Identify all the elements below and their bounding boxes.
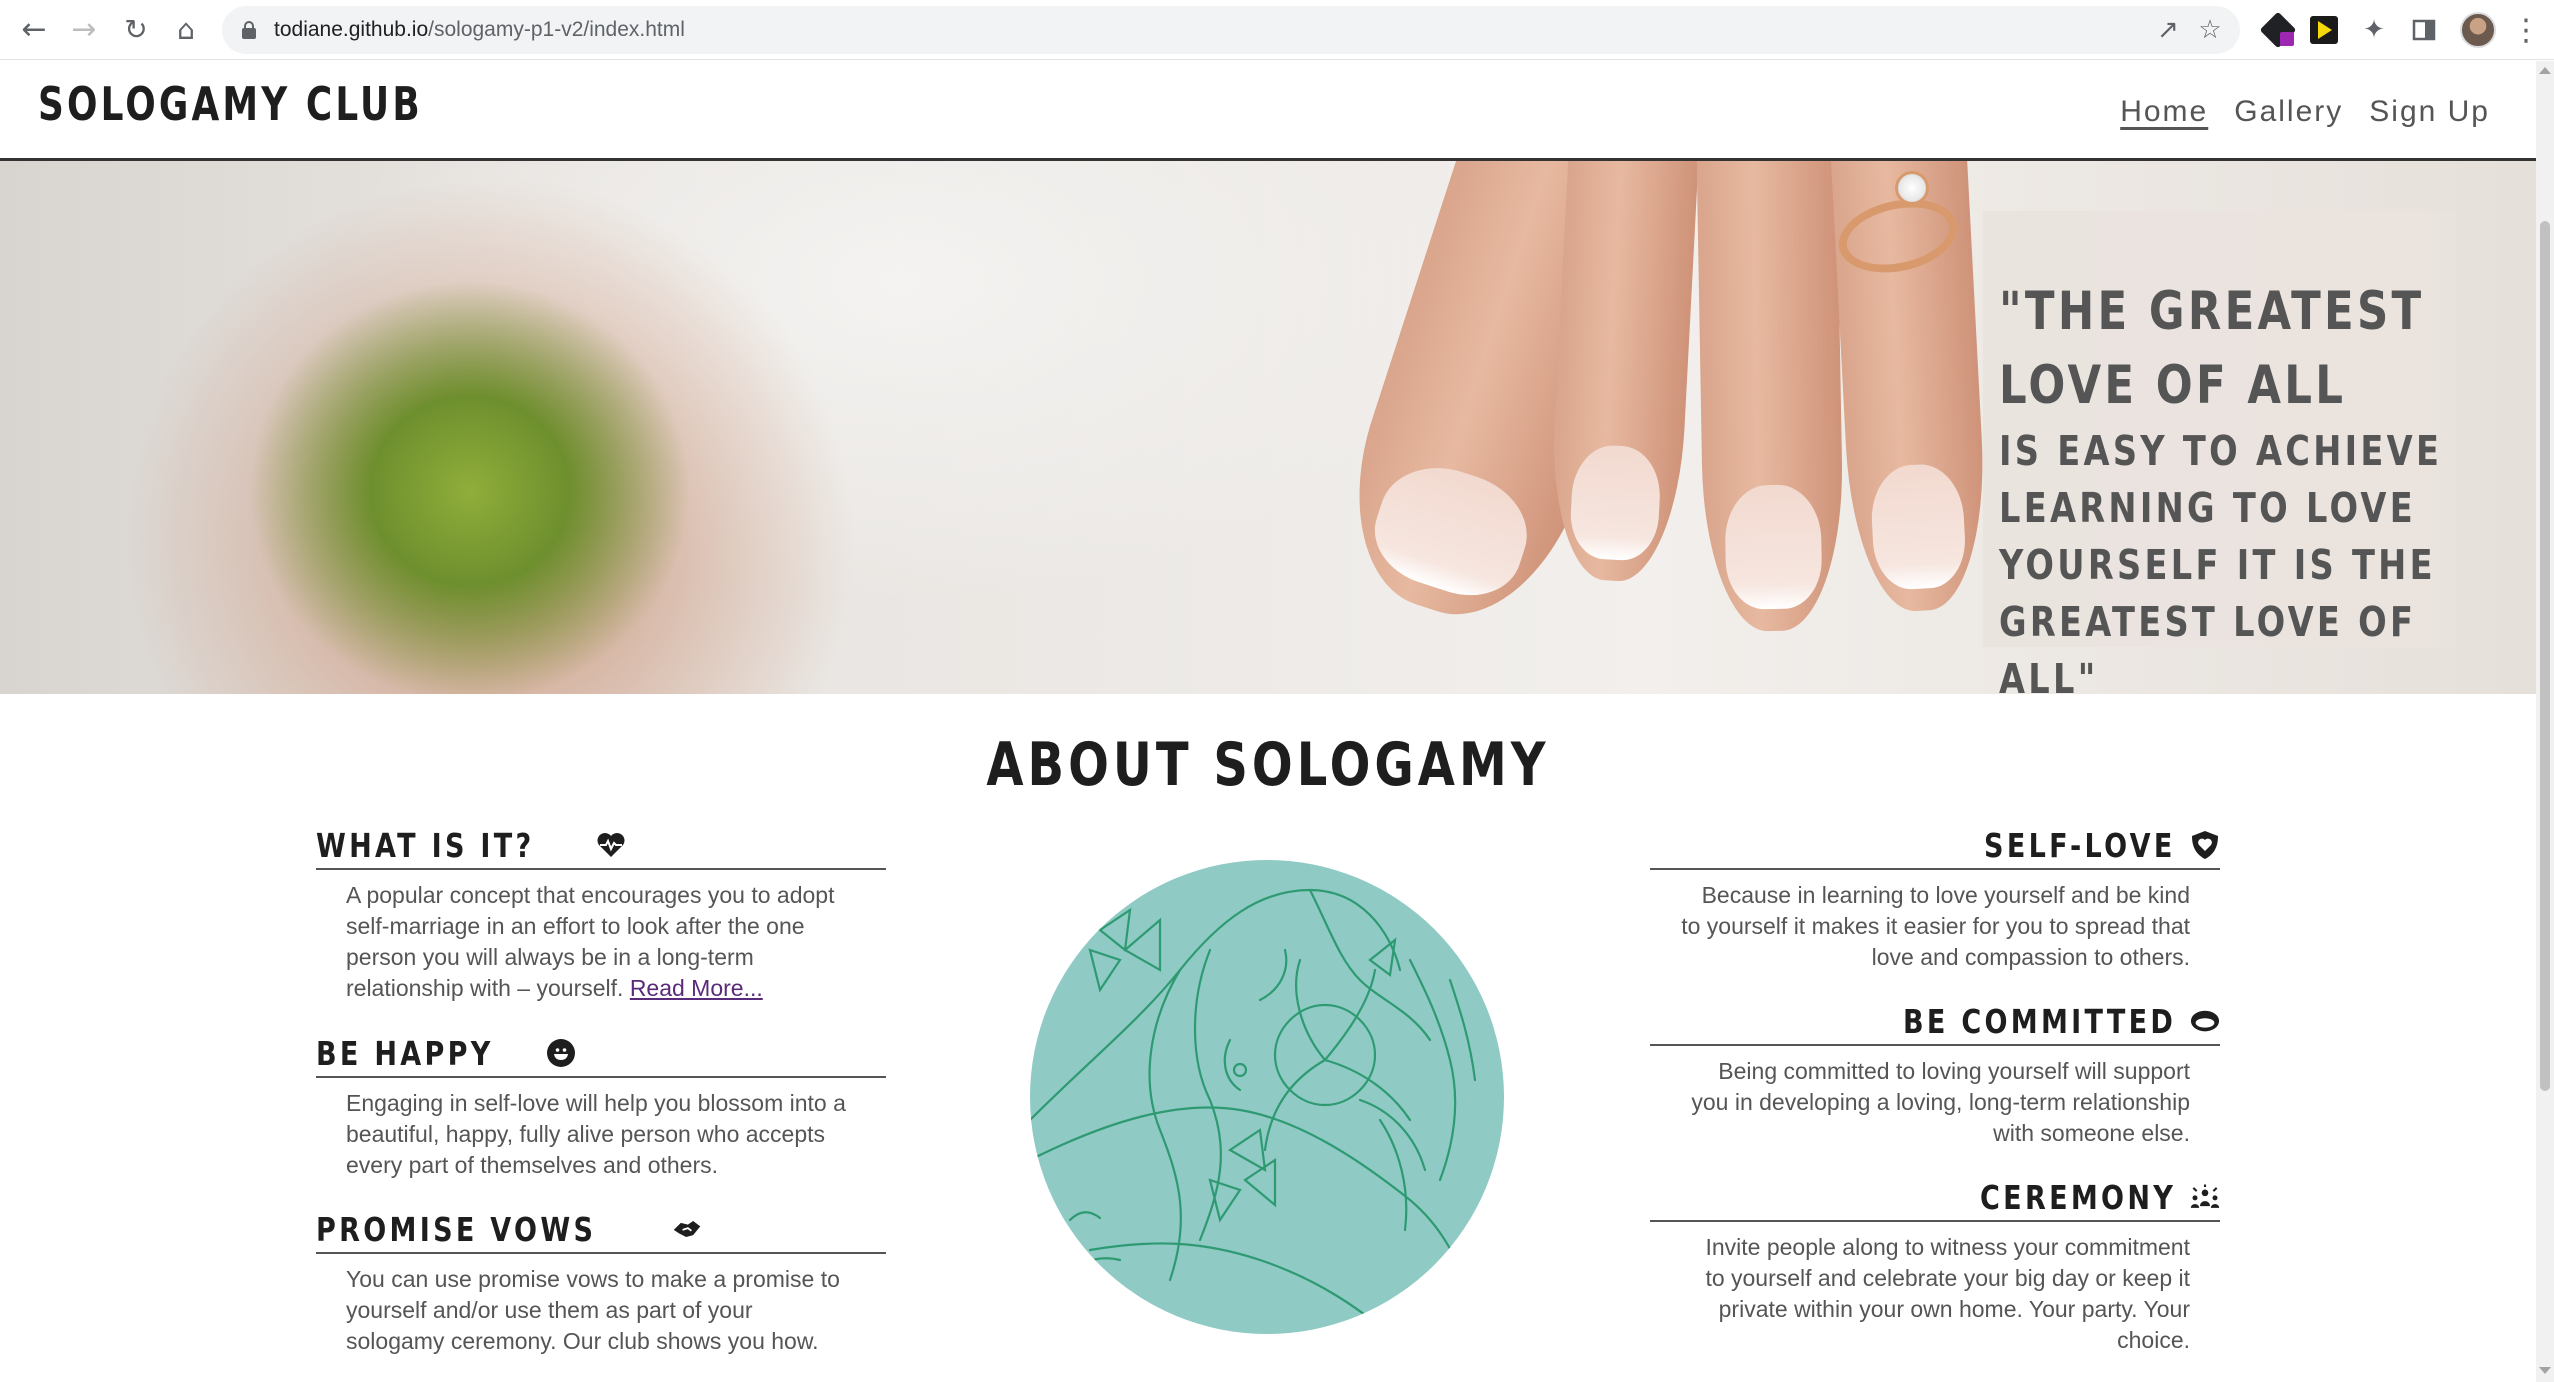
url-path: /sologamy-p1-v2/index.html: [428, 18, 685, 41]
feature-text: Engaging in self-love will help you blos…: [346, 1090, 846, 1178]
feature-title: BE HAPPY: [316, 1033, 494, 1073]
bookmark-star-icon[interactable]: ☆: [2194, 14, 2226, 46]
hero-quote: "THE GREATEST LOVE OF ALL IS EASY TO ACH…: [1999, 275, 2439, 694]
feature-self-love: SELF-LOVE Because in learning to love yo…: [1650, 825, 2220, 973]
feature-text: Because in learning to love yourself and…: [1681, 882, 2190, 970]
quote-line: LOVE OF ALL: [1999, 355, 2347, 416]
scroll-down-icon[interactable]: [2539, 1367, 2551, 1374]
feature-title: WHAT IS IT?: [316, 825, 535, 865]
url-text[interactable]: todiane.github.io/sologamy-p1-v2/index.h…: [274, 6, 685, 54]
quote-line: LEARNING TO LOVE: [1999, 484, 2416, 532]
about-title: ABOUT SOLOGAMY: [986, 730, 1550, 800]
scroll-thumb[interactable]: [2540, 221, 2550, 1091]
feature-title: PROMISE VOWS: [316, 1209, 597, 1249]
people-celebrate-icon: [2190, 1182, 2220, 1212]
feature-promise-vows: PROMISE VOWS You can use promise vows to…: [316, 1209, 886, 1357]
url-host: todiane.github.io: [274, 18, 429, 41]
side-panel-icon[interactable]: [2406, 12, 2442, 48]
ring-diamond: [1895, 171, 1929, 205]
nav-signup-link[interactable]: Sign Up: [2369, 95, 2490, 129]
play-extension-icon[interactable]: [2306, 12, 2342, 48]
lock-icon[interactable]: [242, 21, 256, 39]
feature-heading: CEREMONY: [1650, 1177, 2220, 1222]
nav-gallery-link[interactable]: Gallery: [2234, 95, 2343, 129]
quote-line: "THE GREATEST: [1999, 281, 2425, 342]
hero-image: "THE GREATEST LOVE OF ALL IS EASY TO ACH…: [0, 161, 2536, 694]
feature-title: CEREMONY: [1979, 1177, 2176, 1217]
ring-icon: [2190, 1006, 2220, 1036]
nav-home-link[interactable]: Home: [2120, 95, 2208, 129]
handshake-icon: [672, 1214, 702, 1244]
feature-be-committed: BE COMMITTED Being committed to loving y…: [1650, 1001, 2220, 1149]
pen-extension-icon[interactable]: [2259, 11, 2297, 49]
heartbeat-icon: [596, 830, 626, 860]
feature-ceremony: CEREMONY Invite people along to witness …: [1650, 1177, 2220, 1356]
browser-toolbar: ← → ↻ ⌂ todiane.github.io/sologamy-p1-v2…: [0, 0, 2554, 60]
home-icon[interactable]: ⌂: [166, 10, 206, 50]
hero-quote-box: "THE GREATEST LOVE OF ALL IS EASY TO ACH…: [1983, 211, 2455, 694]
feature-be-happy: BE HAPPY Engaging in self-love will help…: [316, 1033, 886, 1181]
feature-heading: SELF-LOVE: [1650, 825, 2220, 870]
forward-icon[interactable]: →: [64, 10, 104, 50]
quote-line: YOURSELF IT IS THE: [1999, 541, 2436, 589]
scroll-up-icon[interactable]: [2539, 67, 2551, 74]
quote-line: IS EASY TO ACHIEVE: [1999, 427, 2443, 475]
menu-kebab-icon[interactable]: ⋮: [2508, 12, 2544, 48]
page-scrollbar[interactable]: [2536, 61, 2554, 1382]
line-art-svg: [1030, 888, 1477, 1334]
feature-text: Invite people along to witness your comm…: [1705, 1234, 2190, 1353]
quote-line: GREATEST LOVE OF ALL": [1999, 598, 2417, 694]
hand-finger: [1695, 161, 1845, 633]
woman-line-art-illustration: [1030, 860, 1504, 1334]
feature-text: A popular concept that encourages you to…: [346, 882, 835, 1001]
read-more-link[interactable]: Read More...: [630, 975, 763, 1001]
site-header: SOLOGAMY CLUB Home Gallery Sign Up: [0, 61, 2536, 161]
profile-avatar[interactable]: [2460, 12, 2496, 48]
grin-icon: [546, 1039, 575, 1067]
feature-heading: WHAT IS IT?: [316, 825, 886, 870]
feature-heading: BE COMMITTED: [1650, 1001, 2220, 1046]
feature-text: You can use promise vows to make a promi…: [346, 1266, 840, 1354]
feature-heading: BE HAPPY: [316, 1033, 886, 1078]
puzzle-icon[interactable]: ✦: [2356, 12, 2392, 48]
hand-finger: [1546, 161, 1704, 585]
main-nav: Home Gallery Sign Up: [2120, 95, 2490, 129]
address-bar[interactable]: todiane.github.io/sologamy-p1-v2/index.h…: [222, 6, 2240, 54]
feature-title: SELF-LOVE: [1984, 825, 2176, 865]
feature-heading: PROMISE VOWS: [316, 1209, 886, 1254]
feature-text: Being committed to loving yourself will …: [1691, 1058, 2190, 1146]
site-logo[interactable]: SOLOGAMY CLUB: [38, 77, 423, 131]
share-icon[interactable]: ↗: [2152, 14, 2184, 46]
reload-icon[interactable]: ↻: [116, 10, 156, 50]
feature-what-is-it: WHAT IS IT? A popular concept that encou…: [316, 825, 886, 1004]
back-icon[interactable]: ←: [14, 10, 54, 50]
feature-title: BE COMMITTED: [1902, 1001, 2176, 1041]
shield-heart-icon: [2190, 830, 2220, 860]
